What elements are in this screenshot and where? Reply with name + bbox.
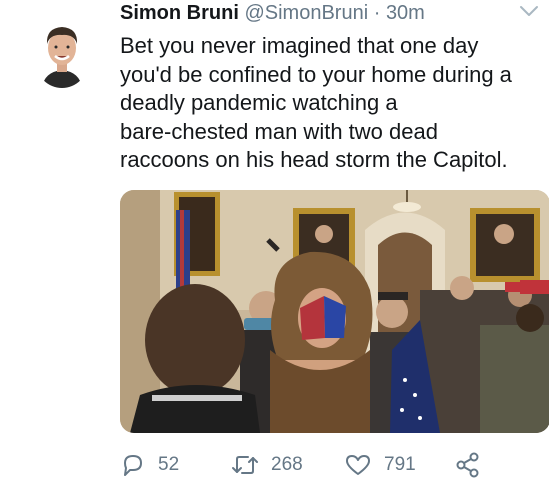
reply-count: 52 xyxy=(158,454,180,475)
tweet-photo[interactable] xyxy=(120,190,549,433)
avatar[interactable] xyxy=(36,16,88,88)
like-button[interactable]: 791 xyxy=(344,452,416,478)
separator-dot: · xyxy=(373,2,381,24)
like-count: 791 xyxy=(384,454,416,475)
share-button[interactable] xyxy=(455,452,481,478)
tweet-text: Bet you never imagined that one day you'… xyxy=(120,32,545,175)
tweet: Simon Bruni @SimonBruni · 30m Bet you ne… xyxy=(0,0,549,499)
tweet-text-line: deadly pandemic watching a xyxy=(120,90,398,115)
tweet-text-line: Bet you never imagined that one day xyxy=(120,33,479,58)
author-display-name[interactable]: Simon Bruni xyxy=(120,2,239,24)
author-handle[interactable]: @SimonBruni xyxy=(244,2,368,24)
tweet-text-line: you'd be confined to your home during a xyxy=(120,61,512,87)
share-icon xyxy=(456,452,479,478)
photo-image xyxy=(120,190,549,433)
timestamp[interactable]: 30m xyxy=(386,2,425,24)
reply-button[interactable]: 52 xyxy=(120,452,179,478)
heart-icon xyxy=(346,455,370,475)
tweet-text-line: bare-chested man with two dead xyxy=(120,118,438,144)
profile-photo xyxy=(36,16,88,88)
reply-icon xyxy=(124,455,142,476)
tweet-actions: 52 268 791 xyxy=(120,452,540,478)
tweet-header: Simon Bruni @SimonBruni · 30m xyxy=(120,0,425,26)
chevron-down-icon[interactable] xyxy=(519,4,539,18)
tweet-text-line: raccoons on his head storm the Capitol. xyxy=(120,147,508,172)
retweet-icon xyxy=(232,456,258,474)
retweet-button[interactable]: 268 xyxy=(231,452,303,478)
retweet-count: 268 xyxy=(271,454,303,475)
